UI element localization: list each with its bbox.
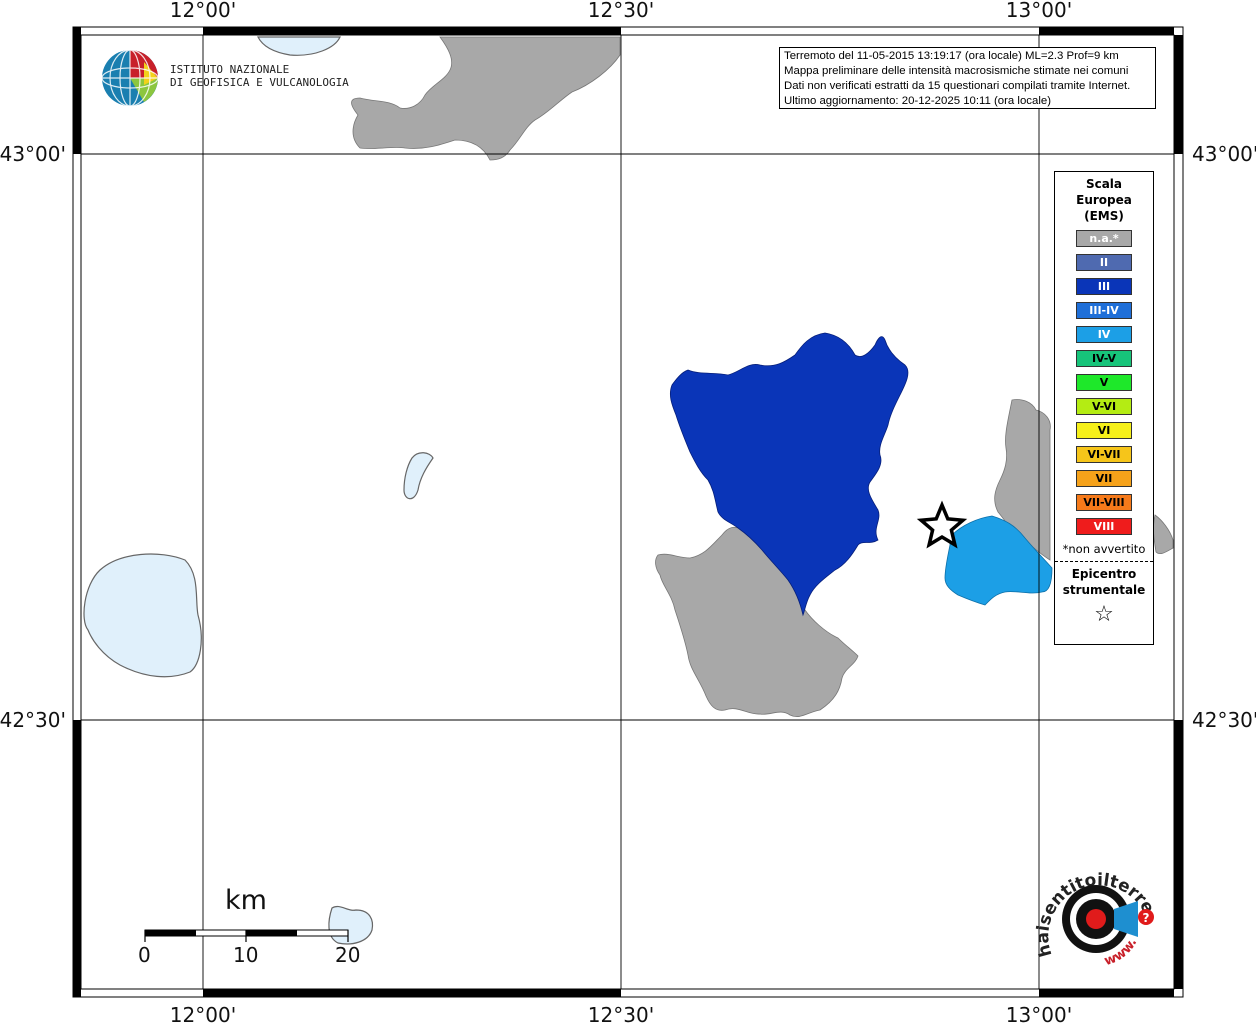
ems-legend: Scala Europea (EMS) n.a.* II III III-IV IV IV… — [1054, 171, 1154, 645]
legend-items: n.a.* II III III-IV IV IV-V V V-VI VI VI-VII VII VI… — [1055, 230, 1153, 535]
globe-icon — [101, 49, 159, 107]
legend-swatch: III — [1076, 278, 1132, 295]
lake-small-south — [328, 905, 374, 945]
lon-label-bottom: 12°00' — [170, 1003, 236, 1024]
scale-tick-label: 20 — [335, 943, 361, 967]
legend-note: *non avvertito — [1055, 542, 1153, 562]
event-info-line: Dati non verificati estratti da 15 quest… — [784, 80, 1131, 92]
lat-label-right: 42°30' — [1192, 708, 1256, 732]
legend-swatch: n.a.* — [1076, 230, 1132, 247]
lon-label-top: 12°30' — [588, 0, 654, 22]
legend-swatch: IV-V — [1076, 350, 1132, 367]
legend-swatch: II — [1076, 254, 1132, 271]
ingv-logo: ISTITUTO NAZIONALE DI GEOFISICA E VULCAN… — [100, 47, 349, 107]
legend-title-line: (EMS) — [1084, 209, 1124, 223]
legend-swatch: III-IV — [1076, 302, 1132, 319]
event-info-line: Ultimo aggiornamento: 20-12-2025 10:11 (… — [784, 95, 1051, 107]
scale-tick-label: 0 — [138, 943, 151, 967]
hsit-logo: haisentitoilterremoto.it www. ? — [1034, 857, 1158, 969]
legend-swatch: V — [1076, 374, 1132, 391]
lon-label-bottom: 12°30' — [588, 1003, 654, 1024]
legend-swatch: VII-VIII — [1076, 494, 1132, 511]
legend-swatch: V-VI — [1076, 398, 1132, 415]
legend-swatch: IV — [1076, 326, 1132, 343]
event-info-line: Mappa preliminare delle intensità macros… — [784, 65, 1129, 77]
event-info-line: Terremoto del 11-05-2015 13:19:17 (ora l… — [784, 50, 1119, 62]
scale-unit: km — [225, 885, 267, 916]
legend-title-line: Scala — [1085, 177, 1123, 191]
legend-swatch: VI — [1076, 422, 1132, 439]
legend-swatch: VIII — [1076, 518, 1132, 535]
lon-label-top: 13°00' — [1006, 0, 1072, 22]
svg-text:?: ? — [1143, 911, 1150, 925]
lon-label-bottom: 13°00' — [1006, 1003, 1072, 1024]
legend-swatch: VI-VII — [1076, 446, 1132, 463]
lon-label-top: 12°00' — [170, 0, 236, 22]
legend-epicenter-label: Epicentro strumentale — [1055, 566, 1153, 598]
legend-star-icon: ☆ — [1094, 602, 1114, 627]
lat-label-left: 42°30' — [0, 708, 66, 732]
legend-epicenter-line: Epicentro — [1071, 567, 1137, 581]
lat-label-right: 43°00' — [1192, 142, 1256, 166]
event-info-box: Terremoto del 11-05-2015 13:19:17 (ora l… — [779, 47, 1156, 109]
institute-line-2: DI GEOFISICA E VULCANOLOGIA — [170, 76, 349, 89]
scale-tick-label: 10 — [233, 943, 259, 967]
legend-title: Scala Europea (EMS) — [1055, 176, 1153, 224]
institute-line-1: ISTITUTO NAZIONALE — [170, 63, 290, 76]
legend-epicenter-line: strumentale — [1062, 583, 1146, 597]
legend-title-line: Europea — [1076, 193, 1132, 207]
legend-swatch: VII — [1076, 470, 1132, 487]
lat-label-left: 43°00' — [0, 142, 66, 166]
